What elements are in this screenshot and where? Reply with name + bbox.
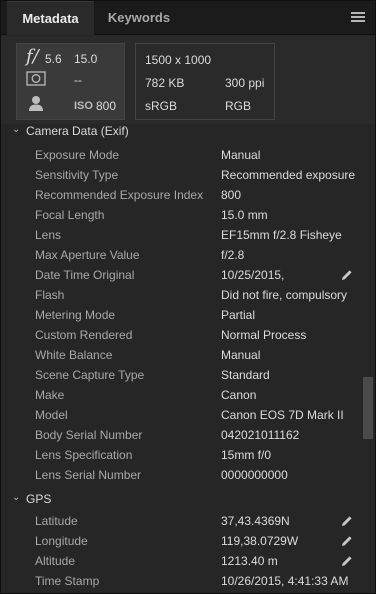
scrollbar[interactable] <box>361 125 375 593</box>
metadata-row[interactable]: Lens Specification 15mm f/0 <box>1 445 361 465</box>
row-label: Body Serial Number <box>35 428 143 442</box>
section-title: Camera Data (Exif) <box>26 125 129 138</box>
pencil-icon[interactable] <box>341 535 353 547</box>
row-label: Exposure Mode <box>35 148 120 162</box>
row-value: 10/25/2015, <box>221 268 285 282</box>
section-title: GPS <box>26 492 52 506</box>
row-label: White Balance <box>35 348 113 362</box>
metadata-row[interactable]: Metering Mode Partial <box>1 305 361 325</box>
row-label: Flash <box>35 288 65 302</box>
metadata-row[interactable]: Longitude 119,38.0729W <box>1 531 361 551</box>
row-label: Lens Serial Number <box>35 468 142 482</box>
row-value: Recommended exposure <box>221 168 356 182</box>
metadata-list: ⌄ Camera Data (Exif) Exposure Mode Manual… <box>1 125 375 593</box>
row-value: 119,38.0729W <box>221 534 299 548</box>
metadata-row[interactable]: Latitude 37,43.4369N <box>1 511 361 531</box>
row-value: 0000000000 <box>221 468 288 482</box>
row-value: Did not fire, compulsory <box>221 288 348 302</box>
row-label: Sensitivity Type <box>35 168 119 182</box>
metadata-row[interactable]: Exposure Mode Manual <box>1 145 361 165</box>
row-label: Recommended Exposure Index <box>35 188 204 202</box>
row-value: Canon <box>221 388 257 402</box>
metering-value: -- <box>74 73 82 87</box>
metadata-row[interactable]: Custom Rendered Normal Process <box>1 325 361 345</box>
section-header-gps[interactable]: ⌄ GPS <box>1 489 359 509</box>
row-value: Normal Process <box>221 328 307 342</box>
tab-metadata[interactable]: Metadata <box>7 1 94 35</box>
scrollbar-thumb[interactable] <box>363 377 373 439</box>
metadata-row[interactable]: Date Time Original 10/25/2015, <box>1 265 361 285</box>
metering-icon <box>26 71 46 86</box>
row-value: 1213.40 m <box>221 554 278 568</box>
row-value: 15mm f/0 <box>221 448 272 462</box>
file-properties: 1500 x 1000 782 KB 300 ppi sRGB RGB <box>135 43 275 120</box>
row-value: 800 <box>221 188 242 202</box>
metadata-row[interactable]: Focal Length 15.0 mm <box>1 205 361 225</box>
iso-label: ISO <box>74 100 93 112</box>
row-label: Time Stamp <box>35 574 100 588</box>
row-label: Latitude <box>35 514 78 528</box>
row-value: Partial <box>221 308 256 322</box>
aperture-icon: f/ <box>26 46 39 67</box>
row-value: Canon EOS 7D Mark II <box>221 408 344 422</box>
row-label: Lens Specification <box>35 448 133 462</box>
row-label: Lens <box>35 228 62 242</box>
row-value: EF15mm f/2.8 Fisheye <box>221 228 342 242</box>
row-value: f/2.8 <box>221 248 245 262</box>
section-header-camera[interactable]: ⌄ Camera Data (Exif) <box>1 125 359 141</box>
color-mode-value: RGB <box>225 99 252 113</box>
metadata-row[interactable]: Body Serial Number 042021011162 <box>1 425 361 445</box>
tab-keywords[interactable]: Keywords <box>94 1 184 35</box>
metadata-row[interactable]: Altitude 1213.40 m <box>1 551 361 571</box>
metadata-row[interactable]: Lens Serial Number 0000000000 <box>1 465 361 485</box>
tab-bar: Metadata Keywords <box>1 1 375 35</box>
file-size-value: 782 KB <box>145 76 185 90</box>
pencil-icon[interactable] <box>341 555 353 567</box>
row-label: Focal Length <box>35 208 105 222</box>
dimensions-value: 1500 x 1000 <box>145 53 212 67</box>
row-label: Longitude <box>35 534 88 548</box>
resolution-value: 300 ppi <box>225 76 265 90</box>
color-profile-value: sRGB <box>145 99 178 113</box>
metadata-row[interactable]: Scene Capture Type Standard <box>1 365 361 385</box>
row-value: Manual <box>221 348 261 362</box>
row-value: 15.0 mm <box>221 208 268 222</box>
row-label: Max Aperture Value <box>35 248 140 262</box>
metadata-row[interactable]: Time Stamp 10/26/2015, 4:41:33 AM <box>1 571 361 591</box>
row-value: 37,43.4369N <box>221 514 290 528</box>
chevron-down-icon: ⌄ <box>12 125 21 135</box>
metadata-row[interactable]: Lens EF15mm f/2.8 Fisheye <box>1 225 361 245</box>
pencil-icon[interactable] <box>341 269 353 281</box>
metadata-row[interactable]: Flash Did not fire, compulsory <box>1 285 361 305</box>
row-label: Model <box>35 408 68 422</box>
metadata-row[interactable]: White Balance Manual <box>1 345 361 365</box>
metadata-row[interactable]: Sensitivity Type Recommended exposure <box>1 165 361 185</box>
row-value: Standard <box>221 368 270 382</box>
row-label: Scene Capture Type <box>35 368 145 382</box>
row-label: Custom Rendered <box>35 328 133 342</box>
aperture-value: 5.6 <box>45 52 62 66</box>
metadata-row[interactable]: Make Canon <box>1 385 361 405</box>
person-icon <box>29 96 43 111</box>
focal-length-value: 15.0 <box>74 52 98 66</box>
row-label: Metering Mode <box>35 308 116 322</box>
row-label: Date Time Original <box>35 268 135 282</box>
row-label: Make <box>35 388 65 402</box>
exposure-summary: f/ 5.6 15.0 -- ISO 800 <box>16 43 125 120</box>
metadata-row[interactable]: Max Aperture Value f/2.8 <box>1 245 361 265</box>
row-value: Manual <box>221 148 261 162</box>
metadata-row[interactable]: Model Canon EOS 7D Mark II <box>1 405 361 425</box>
metadata-panel: Metadata Keywords f/ 5.6 15.0 -- ISO 800… <box>0 0 376 594</box>
row-label: Altitude <box>35 554 76 568</box>
menu-icon[interactable] <box>351 12 365 23</box>
metadata-row[interactable]: Recommended Exposure Index 800 <box>1 185 361 205</box>
file-summary: f/ 5.6 15.0 -- ISO 800 1500 x 1000 782 K… <box>1 36 375 124</box>
iso-value: 800 <box>96 99 117 113</box>
row-value: 10/26/2015, 4:41:33 AM <box>221 574 349 588</box>
chevron-down-icon: ⌄ <box>12 492 21 503</box>
pencil-icon[interactable] <box>341 515 353 527</box>
row-value: 042021011162 <box>221 428 300 442</box>
